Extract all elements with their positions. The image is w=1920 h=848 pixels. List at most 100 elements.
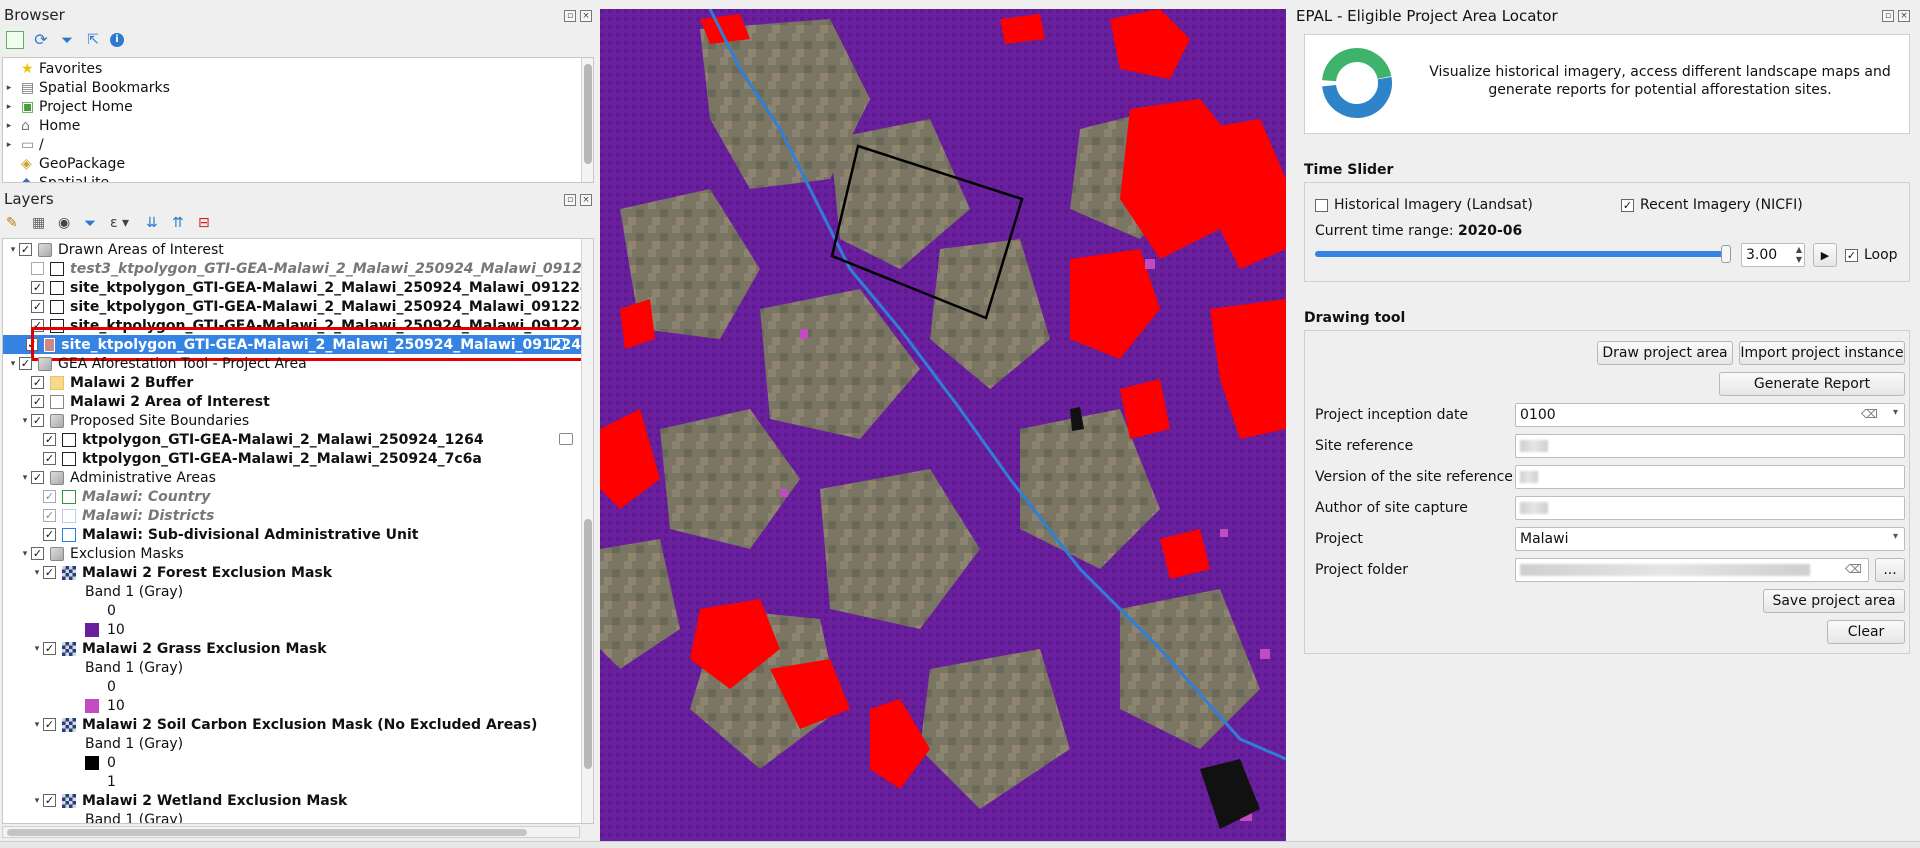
close-panel-button[interactable]: ×: [580, 10, 592, 22]
browser-item-spatialite[interactable]: ◆ SpatiaLite: [3, 173, 109, 183]
layer-group-exclusion-masks[interactable]: ▾ ✓ Exclusion Masks: [7, 544, 184, 563]
browser-item-spatial-bookmarks[interactable]: ▸ ▤ Spatial Bookmarks: [3, 78, 170, 97]
checkbox[interactable]: ✓: [31, 376, 44, 389]
layer-item[interactable]: ✓ Malawi 2 Buffer: [7, 373, 193, 392]
embedded-widget-icon[interactable]: [559, 433, 573, 445]
loop-label: Loop: [1864, 247, 1898, 263]
style-brush-icon[interactable]: ✎: [6, 214, 24, 232]
float-panel-button[interactable]: ▫: [564, 10, 576, 22]
layer-item[interactable]: ▾ ✓ Malawi 2 Soil Carbon Exclusion Mask (N…: [7, 715, 538, 734]
clear-field-icon[interactable]: ⌫: [1861, 407, 1878, 421]
layer-item[interactable]: ✓ ktpolygon_GTI-GEA-Malawi_2_Malawi_25092…: [7, 449, 482, 468]
version-field[interactable]: [1515, 465, 1905, 489]
author-field[interactable]: [1515, 496, 1905, 520]
add-layer-icon[interactable]: [6, 31, 24, 49]
clear-button[interactable]: Clear: [1827, 620, 1905, 644]
checkbox[interactable]: ✓: [31, 471, 44, 484]
browser-item-geopackage[interactable]: ◈ GeoPackage: [3, 154, 125, 173]
checkbox[interactable]: ✓: [43, 718, 56, 731]
recent-imagery-checkbox[interactable]: ✓: [1621, 198, 1634, 212]
checkbox[interactable]: ✓: [43, 528, 56, 541]
layer-item[interactable]: ✓ site_ktpolygon_GTI-GEA-Malawi_2_Malawi_…: [7, 278, 593, 297]
collapse-all-icon[interactable]: ⇈: [172, 214, 190, 232]
layers-scrollbar[interactable]: [581, 239, 593, 823]
scroll-thumb[interactable]: [7, 829, 527, 836]
add-group-icon[interactable]: ▦: [32, 214, 50, 232]
checkbox[interactable]: ✓: [31, 414, 44, 427]
clear-field-icon[interactable]: ⌫: [1845, 562, 1862, 576]
layer-group-drawn-areas[interactable]: ▾ ✓ Drawn Areas of Interest: [7, 240, 224, 259]
scroll-thumb[interactable]: [584, 519, 592, 769]
loop-option[interactable]: ✓ Loop: [1845, 247, 1898, 263]
expand-all-icon[interactable]: ⇊: [146, 214, 164, 232]
layer-label: test3_ktpolygon_GTI-GEA-Malawi_2_Malawi_…: [70, 260, 594, 277]
layer-group-proposed-sites[interactable]: ▾ ✓ Proposed Site Boundaries: [7, 411, 249, 430]
browser-item-home[interactable]: ▸ ⌂ Home: [3, 116, 81, 135]
checkbox[interactable]: ✓: [31, 300, 44, 313]
browse-folder-button[interactable]: ...: [1875, 558, 1905, 582]
checkbox[interactable]: ✓: [31, 547, 44, 560]
browser-item-root[interactable]: ▸ ▭ /: [3, 135, 44, 154]
layer-item[interactable]: ✓ ktpolygon_GTI-GEA-Malawi_2_Malawi_25092…: [7, 430, 573, 449]
inception-date-field[interactable]: 0100 ⌫ ▾: [1515, 403, 1905, 427]
project-select[interactable]: Malawi ▾: [1515, 527, 1905, 551]
layer-item[interactable]: ✓ Malawi: Country: [7, 487, 210, 506]
play-button[interactable]: ▶: [1813, 243, 1837, 267]
layer-item[interactable]: ✓ Malawi: Districts: [7, 506, 214, 525]
refresh-icon[interactable]: ⟳: [32, 31, 50, 49]
filter-legend-icon[interactable]: ⏷: [84, 214, 102, 232]
checkbox[interactable]: ✓: [43, 509, 56, 522]
filter-icon[interactable]: ⏷: [58, 31, 76, 49]
time-slider-handle[interactable]: [1721, 245, 1731, 263]
layer-item[interactable]: ✓ Malawi 2 Area of Interest: [7, 392, 270, 411]
checkbox[interactable]: ✓: [43, 433, 56, 446]
checkbox[interactable]: ✓: [43, 452, 56, 465]
time-slider-track[interactable]: [1315, 245, 1731, 263]
close-panel-button[interactable]: ×: [580, 194, 592, 206]
visibility-eye-icon[interactable]: ◉: [58, 214, 76, 232]
chevron-down-icon[interactable]: ▾: [1893, 407, 1898, 418]
layers-hscrollbar[interactable]: [2, 826, 580, 838]
speed-spinbox[interactable]: 3.00 ▲ ▼: [1741, 243, 1805, 267]
layer-item[interactable]: test3_ktpolygon_GTI-GEA-Malawi_2_Malawi_…: [7, 259, 594, 278]
spin-arrows-icon[interactable]: ▲ ▼: [1796, 245, 1802, 265]
layer-item[interactable]: ▾ ✓ Malawi 2 Grass Exclusion Mask: [7, 639, 327, 658]
checkbox[interactable]: [31, 262, 44, 275]
checkbox[interactable]: ✓: [31, 395, 44, 408]
checkbox[interactable]: ✓: [43, 490, 56, 503]
layer-group-project-area[interactable]: ▾ ✓ GEA Aforestation Tool - Project Area: [7, 354, 307, 373]
checkbox[interactable]: ✓: [31, 281, 44, 294]
expression-filter-icon[interactable]: ε ▾: [110, 214, 138, 232]
checkbox[interactable]: ✓: [19, 243, 32, 256]
info-icon[interactable]: i: [110, 33, 124, 47]
scroll-thumb[interactable]: [584, 64, 592, 164]
browser-scrollbar[interactable]: [581, 58, 593, 182]
historical-imagery-option[interactable]: Historical Imagery (Landsat): [1315, 197, 1533, 213]
checkbox[interactable]: ✓: [43, 794, 56, 807]
site-reference-field[interactable]: [1515, 434, 1905, 458]
loop-checkbox[interactable]: ✓: [1845, 248, 1858, 262]
layer-item[interactable]: ✓ Malawi: Sub-divisional Administrative U…: [7, 525, 419, 544]
generate-report-button[interactable]: Generate Report: [1719, 372, 1905, 396]
collapse-all-icon[interactable]: ⇱: [84, 31, 102, 49]
historical-imagery-checkbox[interactable]: [1315, 198, 1328, 212]
layer-item[interactable]: ✓ site_ktpolygon_GTI-GEA-Malawi_2_Malawi_…: [7, 297, 593, 316]
layer-item[interactable]: ▾ ✓ Malawi 2 Forest Exclusion Mask: [7, 563, 332, 582]
map-canvas[interactable]: [600, 9, 1286, 841]
save-project-area-button[interactable]: Save project area: [1763, 589, 1905, 613]
draw-project-area-button[interactable]: Draw project area: [1597, 341, 1733, 365]
layer-group-admin-areas[interactable]: ▾ ✓ Administrative Areas: [7, 468, 216, 487]
recent-imagery-option[interactable]: ✓ Recent Imagery (NICFI): [1621, 197, 1803, 213]
checkbox[interactable]: ✓: [19, 357, 32, 370]
project-folder-field[interactable]: ⌫: [1515, 558, 1869, 582]
close-panel-button[interactable]: ×: [1898, 10, 1910, 22]
float-panel-button[interactable]: ▫: [564, 194, 576, 206]
remove-layer-icon[interactable]: ⊟: [198, 214, 216, 232]
checkbox[interactable]: ✓: [43, 642, 56, 655]
browser-item-favorites[interactable]: ★ Favorites: [3, 59, 102, 78]
float-panel-button[interactable]: ▫: [1882, 10, 1894, 22]
layer-item[interactable]: ▾ ✓ Malawi 2 Wetland Exclusion Mask: [7, 791, 348, 810]
checkbox[interactable]: ✓: [43, 566, 56, 579]
browser-item-project-home[interactable]: ▸ ▣ Project Home: [3, 97, 133, 116]
import-project-instance-button[interactable]: Import project instance: [1739, 341, 1905, 365]
